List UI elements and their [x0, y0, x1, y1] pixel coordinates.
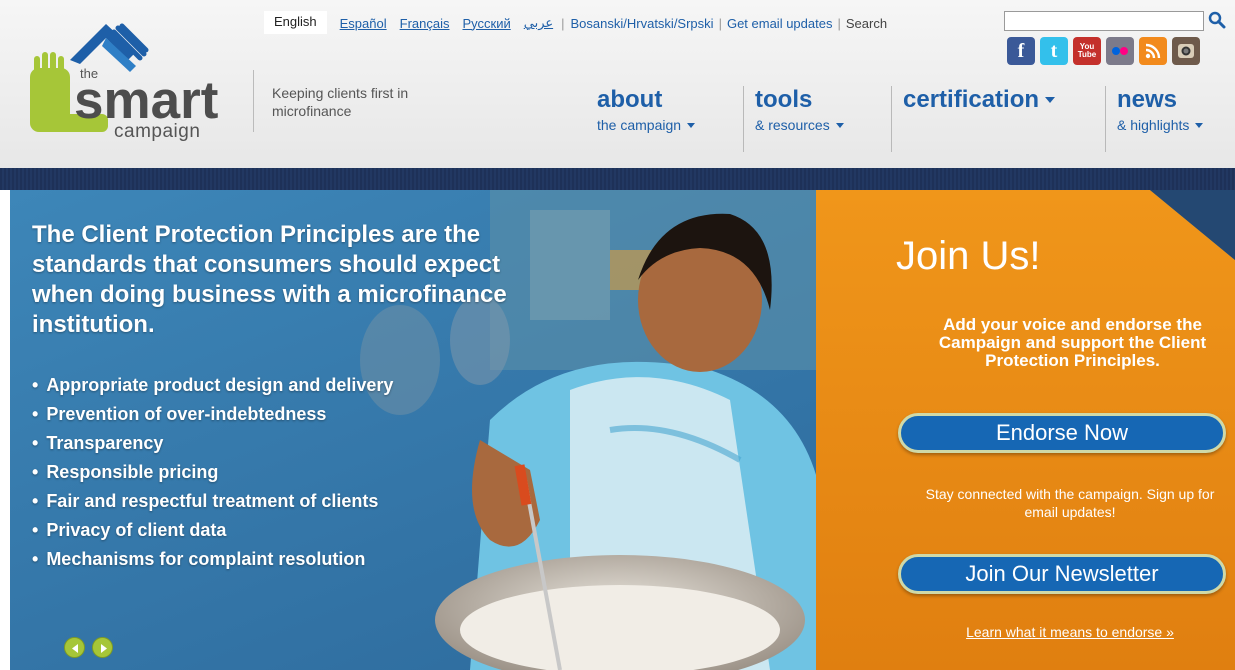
chevron-down-icon: [687, 122, 696, 128]
nav-tools-sub: & resources: [755, 117, 844, 133]
list-item: Fair and respectful treatment of clients: [32, 487, 393, 516]
language-link-spanish[interactable]: Español: [340, 16, 387, 31]
language-link-french[interactable]: Français: [400, 16, 450, 31]
search-input[interactable]: [1004, 11, 1204, 31]
list-item: Responsible pricing: [32, 458, 393, 487]
nav-about-title: about: [597, 86, 663, 113]
join-us-text: Add your voice and endorse the Campaign …: [938, 315, 1207, 370]
list-item: Appropriate product design and delivery: [32, 371, 393, 400]
utility-separator: |: [718, 15, 722, 31]
learn-endorse-link[interactable]: Learn what it means to endorse »: [910, 624, 1230, 640]
join-us-title: Join Us!: [896, 234, 1041, 278]
flickr-icon[interactable]: [1106, 37, 1134, 65]
nav-news-title: news: [1117, 86, 1178, 113]
utility-separator: |: [837, 15, 841, 31]
nav-divider: [1105, 86, 1106, 152]
language-link-bosnian[interactable]: Bosanski/Hrvatski/Srpski: [571, 16, 714, 31]
nav-news[interactable]: news & highlights: [1117, 86, 1204, 133]
list-item: Prevention of over-indebtedness: [32, 400, 393, 429]
list-item: Transparency: [32, 429, 393, 458]
logo-divider: [253, 70, 254, 132]
nav-news-sub: & highlights: [1117, 117, 1204, 133]
rss-icon[interactable]: [1139, 37, 1167, 65]
chevron-down-icon: [1045, 96, 1056, 103]
chevron-down-icon: [1195, 122, 1204, 128]
nav-about-sub: the campaign: [597, 117, 696, 133]
endorse-now-button[interactable]: Endorse Now: [898, 413, 1226, 453]
nav-tools-title: tools: [755, 86, 813, 113]
list-item: Privacy of client data: [32, 516, 393, 545]
join-newsletter-button[interactable]: Join Our Newsletter: [898, 554, 1226, 594]
instagram-icon[interactable]: [1172, 37, 1200, 65]
search-icon[interactable]: [1208, 11, 1226, 31]
search-label: Search: [845, 15, 888, 31]
chevron-left-icon: [72, 644, 78, 653]
hero-heading: The Client Protection Principles are the…: [32, 221, 507, 338]
language-link-russian[interactable]: Русский: [462, 16, 510, 31]
nav-certification[interactable]: certification: [903, 86, 1056, 114]
email-updates-link[interactable]: Get email updates: [727, 16, 833, 31]
slider-next-button[interactable]: [92, 637, 113, 658]
stay-connected-text: Stay connected with the campaign. Sign u…: [925, 486, 1215, 520]
header-divider-strip: [0, 168, 1235, 190]
logo-smart-text: smart: [74, 71, 219, 130]
chevron-right-icon: [101, 644, 107, 653]
logo-campaign-text: campaign: [114, 121, 201, 142]
language-english-current[interactable]: English: [264, 10, 327, 34]
nav-certification-title: certification: [903, 86, 1056, 114]
site-tagline: Keeping clients first in microfinance: [272, 85, 409, 119]
nav-divider: [891, 86, 892, 152]
list-item: Mechanisms for complaint resolution: [32, 545, 393, 574]
nav-tools[interactable]: tools & resources: [755, 86, 844, 133]
language-bar: English Español Français Русский عربي | …: [264, 10, 888, 35]
youtube-icon[interactable]: You Tube: [1073, 37, 1101, 65]
principles-list: Appropriate product design and delivery …: [32, 371, 393, 574]
hero-banner: The Client Protection Principles are the…: [10, 190, 1235, 670]
nav-about[interactable]: about the campaign: [597, 86, 696, 133]
slider-prev-button[interactable]: [64, 637, 85, 658]
chevron-down-icon: [835, 122, 844, 128]
utility-separator: |: [561, 15, 565, 31]
facebook-icon[interactable]: f: [1007, 37, 1035, 65]
twitter-icon[interactable]: t: [1040, 37, 1068, 65]
nav-divider: [743, 86, 744, 152]
language-link-arabic[interactable]: عربي: [524, 15, 553, 31]
smart-campaign-logo[interactable]: the smart campaign: [28, 18, 258, 148]
